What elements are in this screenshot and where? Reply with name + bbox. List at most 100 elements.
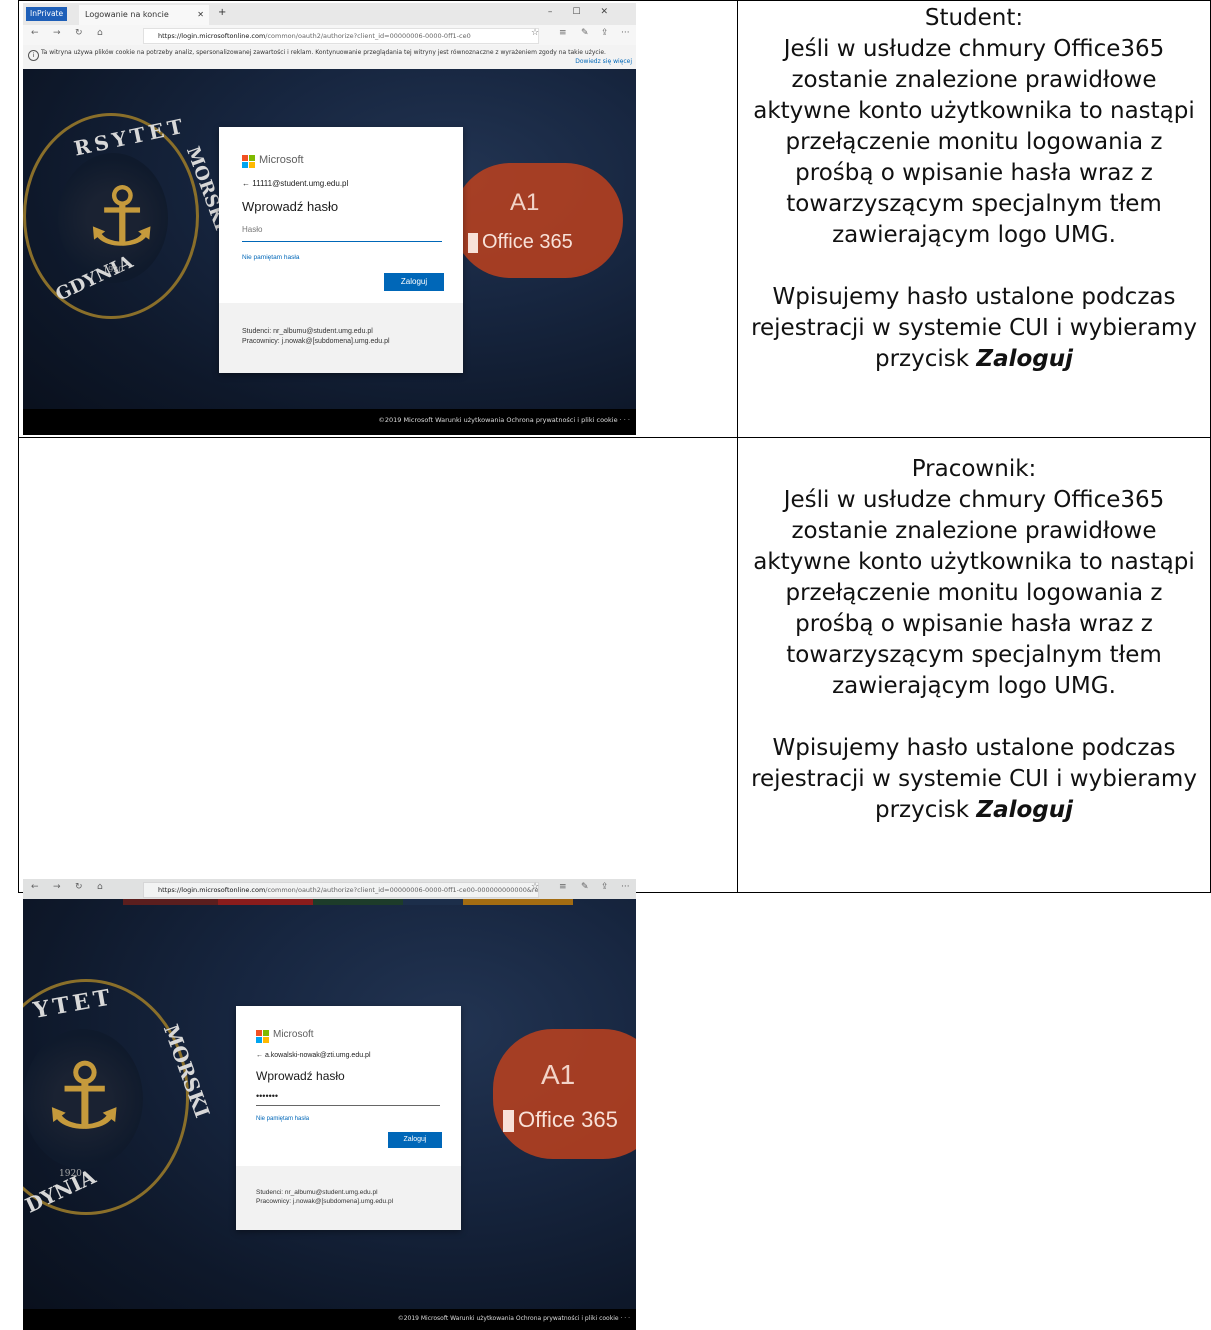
anchor-icon: ⚓ <box>43 1043 126 1150</box>
inprivate-badge: InPrivate <box>26 7 68 21</box>
color-strip <box>463 899 573 905</box>
instruction-text: Wpisujemy hasło ustalone podczas rejestr… <box>751 735 1197 823</box>
login-card-footer: Studenci: nr_albumu@student.umg.edu.pl P… <box>219 303 463 373</box>
instruction-table: InPrivate Logowanie na koncie ✕ + –☐✕ ← →… <box>18 0 1211 1330</box>
row2-screenshot-cell: ← → ↻ ⌂ https://login.microsoftonline.co… <box>18 437 738 1330</box>
share-icon[interactable]: ⇪ <box>601 882 609 892</box>
description-paragraph: Jeśli w usłudze chmury Office365 zostani… <box>753 36 1195 248</box>
back-icon[interactable]: ← <box>31 882 39 892</box>
color-strip <box>123 899 218 905</box>
more-icon[interactable]: ··· <box>621 28 630 38</box>
description-paragraph: Jeśli w usłudze chmury Office365 zostani… <box>753 487 1195 699</box>
back-to-account[interactable]: ← a.kowalski-nowak@zti.umg.edu.pl <box>256 1052 371 1059</box>
favorites-list-icon[interactable]: ≡ <box>559 28 567 38</box>
new-tab-icon[interactable]: + <box>218 7 226 18</box>
password-input[interactable]: ••••••• <box>256 1091 440 1106</box>
pen-icon[interactable]: ✎ <box>581 882 589 892</box>
password-input[interactable]: Hasło <box>242 225 442 242</box>
password-placeholder: Hasło <box>242 225 263 234</box>
home-icon[interactable]: ⌂ <box>97 882 103 892</box>
home-icon[interactable]: ⌂ <box>97 28 103 38</box>
address-bar: ← → ↻ ⌂ https://login.microsoftonline.co… <box>23 879 636 899</box>
forward-icon[interactable]: → <box>53 882 61 892</box>
password-heading: Wprowadź hasło <box>242 199 339 214</box>
microsoft-brand-text: Microsoft <box>273 1029 314 1040</box>
refresh-icon[interactable]: ↻ <box>75 28 83 38</box>
instruction: Wpisujemy hasło ustalone podczas rejestr… <box>744 282 1204 375</box>
instruction-button-name: Zaloguj <box>976 797 1073 823</box>
url-path: /common/oauth2/authorize?client_id=00000… <box>265 32 471 40</box>
page-footer-bar[interactable]: ©2019 Microsoft Warunki użytkowania Ochr… <box>23 409 636 435</box>
close-tab-icon[interactable]: ✕ <box>197 5 204 25</box>
account-email: 11111@student.umg.edu.pl <box>252 179 349 188</box>
anchor-icon: ⚓ <box>85 170 159 265</box>
login-card: Microsoft ← a.kowalski-nowak@zti.umg.edu… <box>236 1006 461 1230</box>
pen-icon[interactable]: ✎ <box>581 28 589 38</box>
login-card-footer: Studenci: nr_albumu@student.umg.edu.pl P… <box>236 1166 461 1230</box>
cookie-text: Ta witryna używa plików cookie na potrze… <box>41 49 606 56</box>
forgot-password-link[interactable]: Nie pamiętam hasła <box>256 1116 309 1122</box>
footer-students: Studenci: nr_albumu@student.umg.edu.pl <box>256 1189 378 1196</box>
office-365-logo: Office 365 <box>468 231 573 254</box>
employee-description: Pracownik: Jeśli w usłudze chmury Office… <box>738 438 1210 828</box>
browser-screenshot-employee: ← → ↻ ⌂ https://login.microsoftonline.co… <box>23 879 636 1330</box>
sign-in-button[interactable]: Zaloguj <box>388 1132 442 1148</box>
password-masked-value: ••••••• <box>256 1091 279 1101</box>
tab-bar: InPrivate Logowanie na koncie ✕ + –☐✕ <box>23 3 636 25</box>
office-365-logo: Office 365 <box>503 1107 618 1133</box>
favorites-list-icon[interactable]: ≡ <box>559 882 567 892</box>
office-365-text: Office 365 <box>482 231 573 253</box>
password-heading: Wprowadź hasło <box>256 1069 345 1083</box>
row2-description-cell: Pracownik: Jeśli w usłudze chmury Office… <box>737 437 1211 893</box>
office-cloud-tile <box>493 1029 636 1159</box>
office-icon <box>468 232 478 253</box>
back-to-account[interactable]: ← 11111@student.umg.edu.pl <box>242 179 348 188</box>
forgot-password-link[interactable]: Nie pamiętam hasła <box>242 254 299 261</box>
favorite-star-icon[interactable]: ☆ <box>531 28 539 38</box>
instruction: Wpisujemy hasło ustalone podczas rejestr… <box>744 733 1204 826</box>
color-strip <box>403 899 463 905</box>
login-card: Microsoft ← 11111@student.umg.edu.pl Wpr… <box>219 127 463 373</box>
url-host: https://login.microsoftonline.com <box>158 32 266 40</box>
tile-a1: A1 <box>541 1059 576 1090</box>
footer-students: Studenci: nr_albumu@student.umg.edu.pl <box>242 328 373 335</box>
cookie-learn-more-link[interactable]: Dowiedz się więcej <box>575 57 632 66</box>
student-description: Student: Jeśli w usłudze chmury Office36… <box>738 1 1210 377</box>
tab-title: Logowanie na koncie <box>85 10 169 19</box>
role-label: Student: <box>924 5 1024 31</box>
back-arrow-icon[interactable]: ← <box>242 179 252 188</box>
more-icon[interactable]: ··· <box>621 882 630 892</box>
footer-employees: Pracownicy: j.nowak@[subdomena].umg.edu.… <box>256 1198 394 1205</box>
browser-screenshot-student: InPrivate Logowanie na koncie ✕ + –☐✕ ← →… <box>23 3 636 435</box>
share-icon[interactable]: ⇪ <box>601 28 609 38</box>
row1-screenshot-cell: InPrivate Logowanie na koncie ✕ + –☐✕ ← →… <box>18 0 738 438</box>
back-icon[interactable]: ← <box>31 28 39 38</box>
refresh-icon[interactable]: ↻ <box>75 882 83 892</box>
window-controls[interactable]: –☐✕ <box>548 7 628 17</box>
role-label: Pracownik: <box>911 456 1037 482</box>
url-field[interactable]: https://login.microsoftonline.com/common… <box>143 882 539 898</box>
tab-login[interactable]: Logowanie na koncie ✕ <box>79 5 209 25</box>
emblem-year: 1920 <box>59 1169 82 1179</box>
instruction-button-name: Zaloguj <box>976 346 1073 372</box>
office-icon <box>503 1110 514 1133</box>
color-strip <box>218 899 313 905</box>
microsoft-brand-text: Microsoft <box>259 154 304 166</box>
emblem-year: 1920 <box>103 265 124 274</box>
url-field[interactable]: https://login.microsoftonline.com/common… <box>143 28 539 44</box>
office-cloud-tile <box>453 163 623 278</box>
favorite-star-icon[interactable]: ☆ <box>531 882 539 892</box>
row1-description-cell: Student: Jeśli w usłudze chmury Office36… <box>737 0 1211 438</box>
cookie-banner: i Ta witryna używa plików cookie na potr… <box>23 45 636 69</box>
instruction-text: Wpisujemy hasło ustalone podczas rejestr… <box>751 284 1197 372</box>
forward-icon[interactable]: → <box>53 28 61 38</box>
sign-in-button[interactable]: Zaloguj <box>384 273 444 291</box>
color-strip <box>313 899 403 905</box>
back-arrow-icon[interactable]: ← <box>256 1052 265 1059</box>
address-bar: ← → ↻ ⌂ https://login.microsoftonline.co… <box>23 25 636 45</box>
page-footer-bar[interactable]: ©2019 Microsoft Warunki użytkowania Ochr… <box>23 1309 636 1330</box>
tile-a1: A1 <box>510 189 540 216</box>
account-email: a.kowalski-nowak@zti.umg.edu.pl <box>264 1052 371 1059</box>
footer-employees: Pracownicy: j.nowak@[subdomena].umg.edu.… <box>242 338 390 345</box>
office-365-text: Office 365 <box>518 1107 618 1132</box>
